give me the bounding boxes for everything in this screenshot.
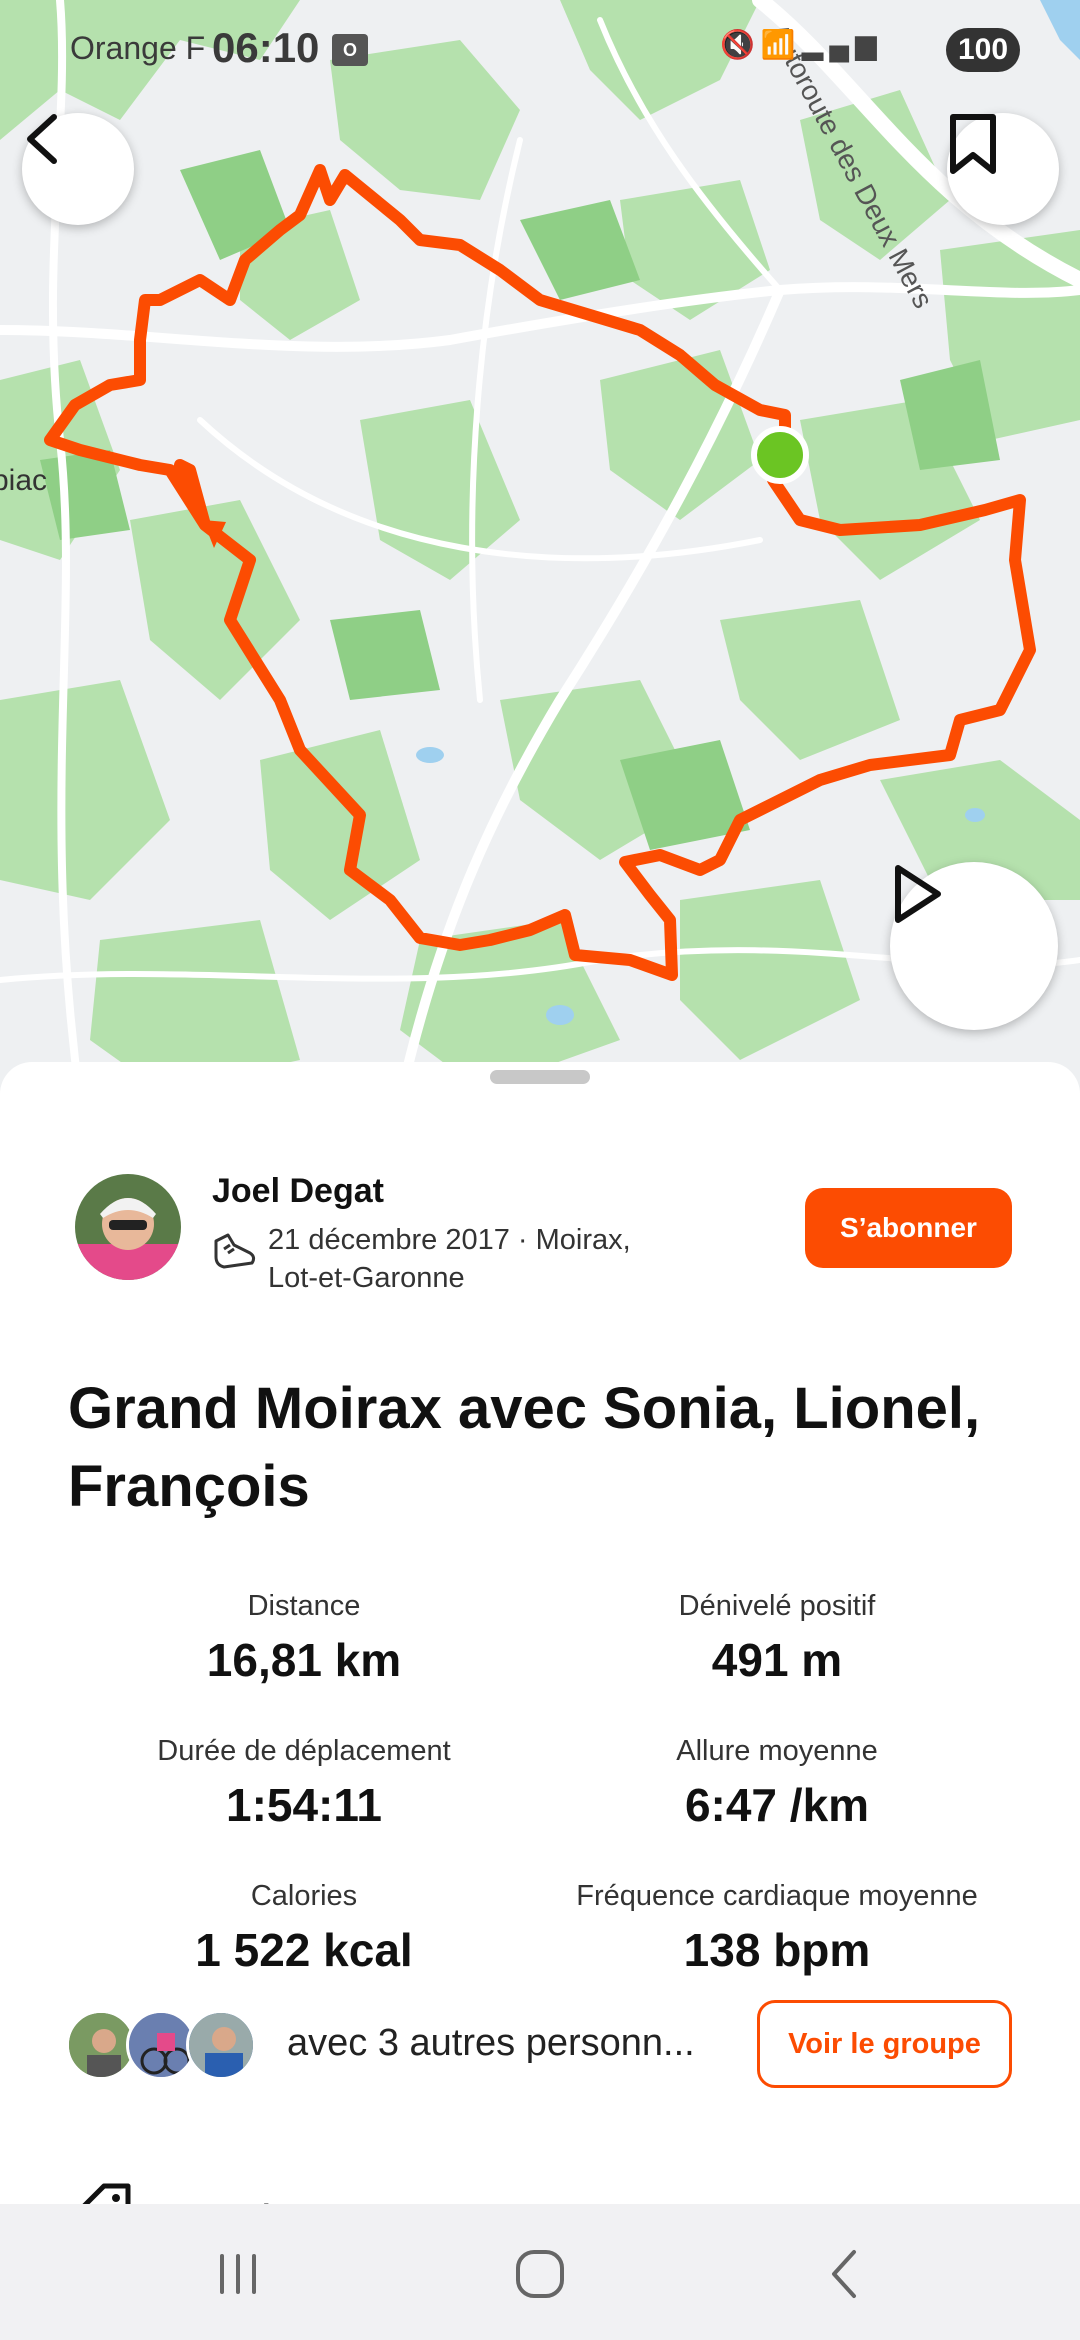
stat-label: Durée de déplacement <box>157 1735 451 1767</box>
recent-apps-icon <box>220 2254 256 2294</box>
activity-date-location: 21 décembre 2017 · Moirax, <box>268 1224 631 1256</box>
stat-label: Distance <box>247 1590 361 1622</box>
play-icon <box>895 865 941 923</box>
battery-indicator: 100 <box>946 28 1020 72</box>
carrier-name: Orange F <box>70 30 206 66</box>
start-marker <box>751 426 809 484</box>
back-button[interactable] <box>22 113 134 225</box>
stat-pace: Allure moyenne 6:47 /km <box>537 1735 1017 1832</box>
stat-moving-time: Durée de déplacement 1:54:11 <box>64 1735 544 1832</box>
stat-label: Fréquence cardiaque moyenne <box>576 1880 978 1912</box>
status-bar: Orange F 06:10 O 🔇📶▂▄▆ 100 <box>0 0 1080 100</box>
stat-distance: Distance 16,81 km <box>64 1590 544 1687</box>
running-shoe-icon <box>214 1233 256 1269</box>
group-activity-row: avec 3 autres personn... Voir le groupe <box>0 1998 1080 2098</box>
flyover-play-button[interactable] <box>890 862 1058 1030</box>
bookmark-icon <box>950 114 996 174</box>
sheet-drag-handle[interactable] <box>490 1070 590 1084</box>
activity-details-sheet[interactable]: Joel Degat 21 décembre 2017 · Moirax, Lo… <box>0 1062 1080 2212</box>
stat-value: 16,81 km <box>206 1634 402 1686</box>
stat-label: Dénivelé positif <box>678 1590 876 1622</box>
stat-calories: Calories 1 522 kcal <box>64 1880 544 1977</box>
athlete-avatar[interactable] <box>75 1174 181 1280</box>
activity-title: Grand Moirax avec Sonia, Lionel, Françoi… <box>68 1376 981 1519</box>
chevron-left-icon <box>832 2250 856 2298</box>
stat-value: 6:47 /km <box>684 1779 870 1831</box>
view-group-button[interactable]: Voir le groupe <box>757 2000 1012 2088</box>
outlook-icon: O <box>332 34 368 66</box>
recent-apps-button[interactable] <box>198 2234 278 2314</box>
system-navigation-bar <box>0 2204 1080 2340</box>
stat-value: 138 bpm <box>683 1924 871 1976</box>
stat-value: 491 m <box>711 1634 843 1686</box>
map-place-label: piac <box>0 464 47 497</box>
group-member-avatar[interactable] <box>186 2010 256 2080</box>
bookmark-button[interactable] <box>947 113 1059 225</box>
stat-value: 1:54:11 <box>225 1779 382 1831</box>
stat-label: Calories <box>250 1880 358 1912</box>
avatar-image <box>75 1174 181 1280</box>
stat-heart-rate: Fréquence cardiaque moyenne 138 bpm <box>537 1880 1017 1977</box>
athlete-name[interactable]: Joel Degat <box>212 1172 384 1211</box>
stat-label: Allure moyenne <box>676 1735 878 1767</box>
signal-icons: 🔇📶▂▄▆ <box>720 29 883 60</box>
home-icon <box>516 2250 564 2298</box>
chevron-left-icon <box>27 114 57 164</box>
clock: 06:10 <box>212 24 320 71</box>
home-button[interactable] <box>500 2234 580 2314</box>
group-summary-text: avec 3 autres personn... <box>287 2022 695 2064</box>
avatar-image <box>189 2013 253 2077</box>
system-back-button[interactable] <box>804 2234 884 2314</box>
activity-region: Lot-et-Garonne <box>268 1262 465 1294</box>
stat-value: 1 522 kcal <box>195 1924 413 1976</box>
follow-button[interactable]: S’abonner <box>805 1188 1012 1268</box>
route-map[interactable]: piac Autoroute des Deux Mers Orange F 06… <box>0 0 1080 1100</box>
stat-elevation: Dénivelé positif 491 m <box>537 1590 1017 1687</box>
